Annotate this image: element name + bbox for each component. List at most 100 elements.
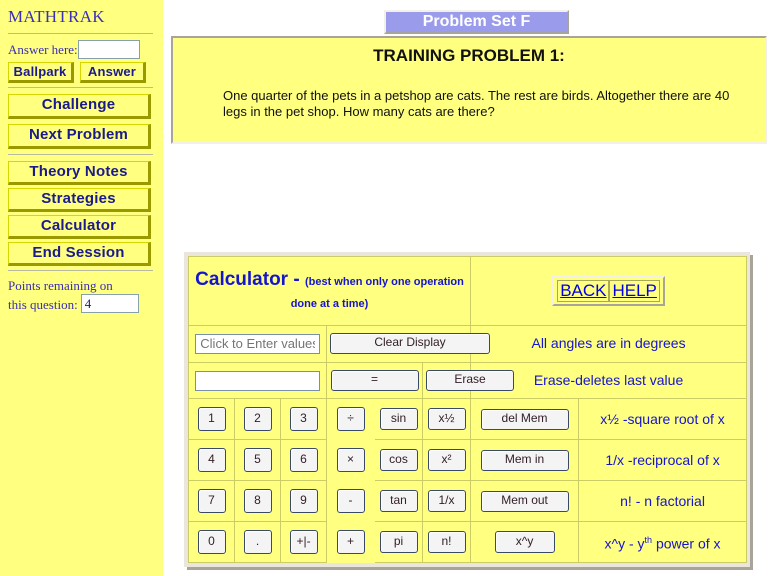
sign-toggle-button[interactable]: +|-: [289, 530, 318, 555]
next-problem-button[interactable]: Next Problem: [8, 124, 151, 149]
end-session-button[interactable]: End Session: [8, 242, 151, 266]
keypad-row-1: 1 2 3 ÷ sin x½ del Mem x½ -square root o…: [188, 398, 748, 441]
tan-button[interactable]: tan: [379, 490, 418, 513]
key-9[interactable]: 9: [289, 489, 318, 514]
points-remaining-label: Points remaining on: [8, 278, 113, 293]
display-input[interactable]: [195, 370, 320, 391]
key-6-cell: 6: [280, 439, 327, 482]
key-9-cell: 9: [280, 480, 327, 523]
reciprocal-hint: 1/x -reciprocal of x: [578, 439, 748, 482]
minus-button[interactable]: -: [336, 489, 365, 514]
problem-panel: TRAINING PROBLEM 1: One quarter of the p…: [171, 36, 767, 144]
clear-display-button[interactable]: Clear Display: [330, 333, 490, 355]
sqrt-hint: x½ -square root of x: [578, 398, 748, 441]
clear-display-cell: Clear Display: [325, 325, 490, 363]
del-mem-button[interactable]: del Mem: [480, 408, 569, 430]
op-divide-cell: ÷: [326, 398, 375, 441]
problem-title: TRAINING PROBLEM 1:: [373, 46, 565, 65]
fn-pi-cell: pi: [374, 521, 423, 563]
theory-notes-button[interactable]: Theory Notes: [8, 161, 151, 185]
fn-recip-cell: 1/x: [421, 480, 472, 523]
calculator-grid: Calculator - (best when only one operati…: [187, 255, 748, 563]
power-cell: x^y: [470, 521, 580, 563]
answer-buttons-row: Ballpark Answer: [8, 62, 155, 83]
mem-in-button[interactable]: Mem in: [480, 449, 569, 471]
back-help-box: BACK HELP: [552, 276, 665, 307]
points-remaining-row: this question:: [6, 294, 155, 313]
key-3[interactable]: 3: [289, 407, 318, 432]
calculator-title-cell: Calculator - (best when only one operati…: [187, 255, 472, 327]
key-4-cell: 4: [188, 439, 235, 482]
mem-in-cell: Mem in: [470, 439, 580, 482]
entry-input[interactable]: [195, 333, 320, 354]
app-title: MATHTRAK: [8, 7, 105, 26]
challenge-button[interactable]: Challenge: [8, 94, 151, 119]
problem-set-tab[interactable]: Problem Set F: [384, 10, 569, 34]
power-button[interactable]: x^y: [494, 531, 555, 554]
key-5-cell: 5: [234, 439, 281, 482]
keypad-row-2: 4 5 6 × cos x² Mem in 1/x -reciprocal of…: [188, 439, 748, 482]
pi-button[interactable]: pi: [379, 531, 418, 554]
equals-button[interactable]: =: [330, 370, 419, 392]
answer-label: Answer here:: [8, 41, 78, 57]
divider: [8, 154, 153, 155]
entry-row: Clear Display All angles are in degrees: [188, 325, 748, 363]
erase-cell: Erase: [421, 361, 514, 400]
back-help-cell: BACK HELP: [470, 255, 748, 327]
decimal-point-button[interactable]: .: [243, 530, 272, 555]
fn-cos-cell: cos: [374, 439, 423, 482]
fn-tan-cell: tan: [374, 480, 423, 523]
key-1[interactable]: 1: [197, 407, 226, 432]
power-hint: x^y - yth power of x: [578, 521, 748, 563]
key-8[interactable]: 8: [243, 489, 272, 514]
key-2-cell: 2: [234, 398, 281, 441]
sin-button[interactable]: sin: [379, 408, 418, 431]
back-link[interactable]: BACK: [557, 280, 610, 303]
ballpark-button[interactable]: Ballpark: [8, 62, 74, 83]
fn-sqrt-cell: x½: [421, 398, 472, 441]
calculator-header-row: Calculator - (best when only one operati…: [187, 255, 748, 327]
mem-out-button[interactable]: Mem out: [480, 490, 569, 512]
key-0-cell: 0: [188, 521, 235, 563]
key-2[interactable]: 2: [243, 407, 272, 432]
erase-button[interactable]: Erase: [426, 370, 514, 392]
strategies-button[interactable]: Strategies: [8, 188, 151, 212]
square-button[interactable]: x²: [427, 449, 466, 472]
key-7-cell: 7: [188, 480, 235, 523]
sqrt-button[interactable]: x½: [427, 408, 466, 431]
power-hint-sup: th: [644, 534, 653, 545]
answer-entry-row: Answer here:: [8, 40, 155, 59]
help-link[interactable]: HELP: [609, 280, 660, 303]
reciprocal-button[interactable]: 1/x: [427, 490, 466, 513]
display-row: = Erase Erase-deletes last value: [188, 361, 748, 400]
points-remaining-input[interactable]: [80, 294, 139, 313]
divide-button[interactable]: ÷: [336, 407, 365, 432]
divider: [8, 33, 153, 34]
cos-button[interactable]: cos: [379, 449, 418, 472]
calculator-button[interactable]: Calculator: [8, 215, 151, 239]
factorial-hint: n! - n factorial: [578, 480, 748, 523]
mem-out-cell: Mem out: [470, 480, 580, 523]
points-remaining-label-2: this question:: [8, 297, 78, 312]
divider: [8, 87, 153, 88]
key-dot-cell: .: [234, 521, 281, 563]
multiply-button[interactable]: ×: [336, 448, 365, 473]
key-5[interactable]: 5: [243, 448, 272, 473]
keypad-row-3: 7 8 9 - tan 1/x Mem out n! - n factorial: [188, 480, 748, 523]
answer-input[interactable]: [77, 40, 140, 59]
key-4[interactable]: 4: [197, 448, 226, 473]
factorial-button[interactable]: n!: [427, 531, 466, 554]
op-multiply-cell: ×: [326, 439, 375, 482]
fn-factorial-cell: n!: [421, 521, 472, 563]
answer-button[interactable]: Answer: [80, 62, 146, 83]
entry-field-cell: [188, 325, 327, 363]
mathtrak-app: MATHTRAK Answer here: Ballpark Answer Ch…: [0, 0, 774, 576]
plus-button[interactable]: +: [336, 530, 365, 555]
key-0[interactable]: 0: [197, 530, 226, 555]
key-7[interactable]: 7: [197, 489, 226, 514]
fn-sin-cell: sin: [374, 398, 423, 441]
power-hint-prefix: x^y - y: [604, 535, 645, 552]
key-6[interactable]: 6: [289, 448, 318, 473]
del-mem-cell: del Mem: [470, 398, 580, 441]
op-minus-cell: -: [326, 480, 375, 523]
